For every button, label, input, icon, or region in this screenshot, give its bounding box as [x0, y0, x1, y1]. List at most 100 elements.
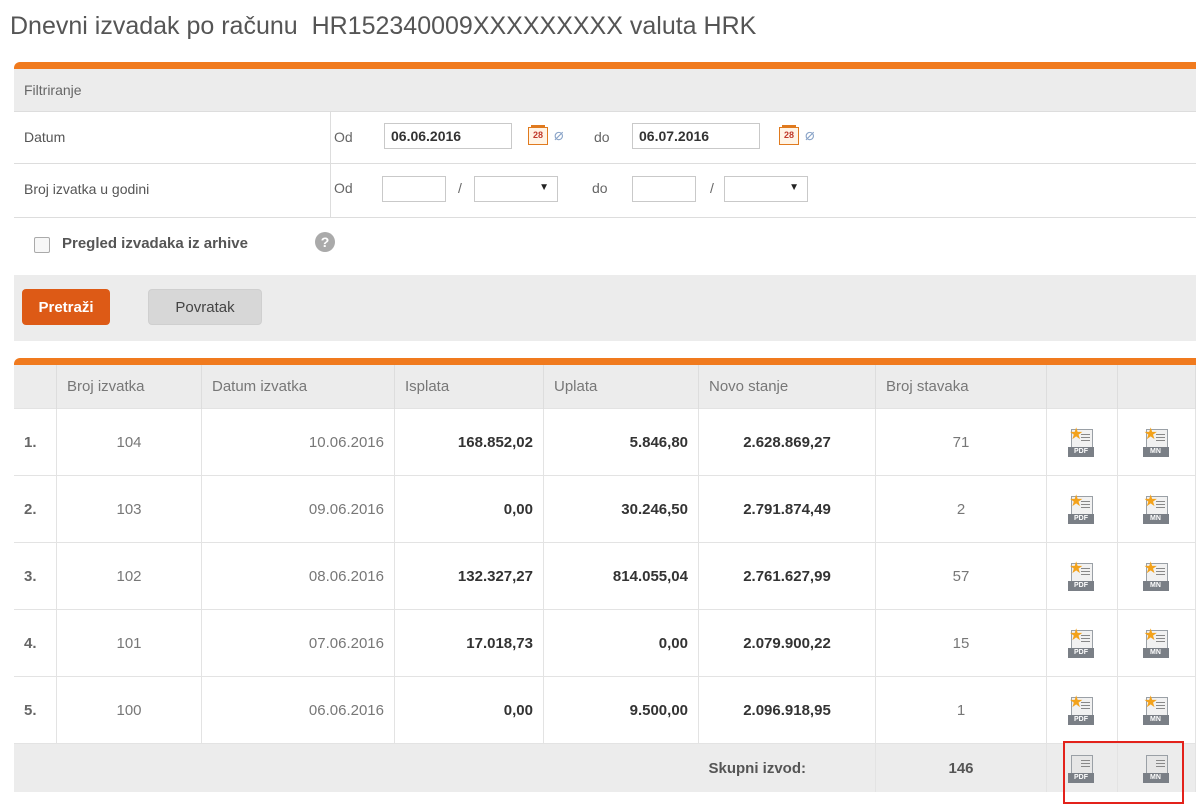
cell-out: 0,00: [394, 676, 544, 744]
chevron-down-icon: ▼: [539, 182, 549, 193]
lines-icon: [1081, 568, 1090, 569]
eraser-icon[interactable]: ⌀: [554, 125, 564, 145]
from-label: Od: [334, 129, 353, 145]
search-button[interactable]: Pretraži: [22, 289, 110, 325]
calendar-icon[interactable]: 28: [528, 125, 548, 145]
to-label: do: [594, 129, 610, 145]
total-empty-cell: [56, 743, 202, 792]
pdf-document-icon[interactable]: ★ PDF: [1068, 627, 1094, 658]
date-row: Datum Od 28 ⌀ do 28 ⌀: [14, 111, 1196, 164]
year-to-select[interactable]: ▼: [724, 176, 808, 202]
title-prefix: Dnevni izvadak po računu: [10, 12, 298, 40]
cell-no: 102: [56, 542, 202, 610]
mn-download-cell: ★ MN: [1117, 475, 1196, 543]
highlight-box: [1063, 741, 1184, 804]
cell-in: 814.055,04: [543, 542, 699, 610]
filter-header: Filtriranje: [14, 69, 1196, 112]
mn-download-cell: ★ MN: [1117, 609, 1196, 677]
mn-document-icon[interactable]: ★ MN: [1142, 627, 1169, 658]
index-header: [14, 365, 57, 409]
pdf-document-icon[interactable]: ★ PDF: [1068, 426, 1094, 457]
cell-items: 71: [875, 408, 1047, 476]
chevron-down-icon: ▼: [789, 182, 799, 193]
column-header: Novo stanje: [698, 365, 876, 409]
table-row[interactable]: 1. 104 10.06.2016 168.852,02 5.846,80 2.628.8…: [14, 408, 1196, 476]
date-label: Datum: [24, 129, 66, 145]
button-row: Pretraži Povratak: [14, 275, 1196, 341]
cell-out: 168.852,02: [394, 408, 544, 476]
statement-number-label: Broj izvatka u godini: [24, 181, 150, 197]
pdf-download-cell: ★ PDF: [1046, 408, 1118, 476]
total-empty-cell: [543, 743, 699, 792]
cell-balance: 2.761.627,99: [698, 542, 876, 610]
to-label: do: [592, 180, 608, 196]
cell-balance: 2.079.900,22: [698, 609, 876, 677]
total-label: Skupni izvod:: [698, 743, 876, 792]
cell-balance: 2.096.918,95: [698, 676, 876, 744]
date-from-input[interactable]: [384, 123, 512, 149]
cell-items: 2: [875, 475, 1047, 543]
column-divider: [330, 163, 331, 217]
pdf-download-cell: ★ PDF: [1046, 542, 1118, 610]
cell-out: 132.327,27: [394, 542, 544, 610]
pdf-document-icon[interactable]: ★ PDF: [1068, 493, 1094, 524]
pdf-document-icon[interactable]: ★ PDF: [1068, 560, 1094, 591]
cell-date: 08.06.2016: [201, 542, 395, 610]
pdf-tag: PDF: [1068, 447, 1094, 457]
page-title: Dnevni izvadak po računu HR152340009XXXX…: [10, 12, 756, 41]
mn-download-cell: ★ MN: [1117, 542, 1196, 610]
mn-document-icon[interactable]: ★ MN: [1142, 694, 1169, 725]
cell-items: 15: [875, 609, 1047, 677]
archive-label[interactable]: Pregled izvadaka iz arhive: [62, 235, 248, 252]
cell-date: 10.06.2016: [201, 408, 395, 476]
help-icon[interactable]: ?: [315, 232, 335, 252]
table-header-row: Broj izvatka Datum izvatka Isplata Uplat…: [14, 365, 1196, 409]
column-header: Broj stavaka: [875, 365, 1047, 409]
date-to-input[interactable]: [632, 123, 760, 149]
cell-idx: 5.: [14, 676, 57, 744]
cell-no: 104: [56, 408, 202, 476]
statement-to-input[interactable]: [632, 176, 696, 202]
mn-download-cell: ★ MN: [1117, 408, 1196, 476]
cell-in: 9.500,00: [543, 676, 699, 744]
pdf-document-icon[interactable]: ★ PDF: [1068, 694, 1094, 725]
mn-tag: MN: [1142, 715, 1169, 725]
back-button[interactable]: Povratak: [148, 289, 262, 325]
column-header: Isplata: [394, 365, 544, 409]
mn-tag: MN: [1142, 447, 1169, 457]
slash-separator: /: [458, 180, 462, 196]
archive-checkbox[interactable]: [34, 237, 50, 253]
table-row[interactable]: 2. 103 09.06.2016 0,00 30.246,50 2.791.874,49…: [14, 475, 1196, 543]
calendar-icon[interactable]: 28: [779, 125, 799, 145]
lines-icon: [1155, 434, 1165, 435]
year-from-select[interactable]: ▼: [474, 176, 558, 202]
lines-icon: [1155, 501, 1165, 502]
cell-in: 30.246,50: [543, 475, 699, 543]
lines-icon: [1081, 501, 1090, 502]
statement-from-input[interactable]: [382, 176, 446, 202]
total-empty-cell: [394, 743, 544, 792]
column-header: Uplata: [543, 365, 699, 409]
cell-idx: 1.: [14, 408, 57, 476]
table-row[interactable]: 3. 102 08.06.2016 132.327,27 814.055,04 2.761…: [14, 542, 1196, 610]
cell-items: 57: [875, 542, 1047, 610]
lines-icon: [1081, 434, 1090, 435]
cell-no: 103: [56, 475, 202, 543]
statement-number-row: Broj izvatka u godini Od / ▼ do / ▼: [14, 163, 1196, 218]
table-row[interactable]: 5. 100 06.06.2016 0,00 9.500,00 2.096.918,95 1…: [14, 676, 1196, 744]
eraser-icon[interactable]: ⌀: [805, 125, 815, 145]
mn-document-icon[interactable]: ★ MN: [1142, 493, 1169, 524]
mn-document-icon[interactable]: ★ MN: [1142, 426, 1169, 457]
pdf-tag: PDF: [1068, 514, 1094, 524]
mn-document-icon[interactable]: ★ MN: [1142, 560, 1169, 591]
cell-date: 09.06.2016: [201, 475, 395, 543]
table-row[interactable]: 4. 101 07.06.2016 17.018,73 0,00 2.079.900,22…: [14, 609, 1196, 677]
lines-icon: [1155, 568, 1165, 569]
pdf-tag: PDF: [1068, 648, 1094, 658]
statements-table-panel: Broj izvatka Datum izvatka Isplata Uplat…: [14, 358, 1196, 805]
currency-label: valuta HRK: [629, 12, 757, 40]
total-items: 146: [875, 743, 1047, 792]
pdf-download-cell: ★ PDF: [1046, 475, 1118, 543]
cell-out: 17.018,73: [394, 609, 544, 677]
pdf-tag: PDF: [1068, 715, 1094, 725]
